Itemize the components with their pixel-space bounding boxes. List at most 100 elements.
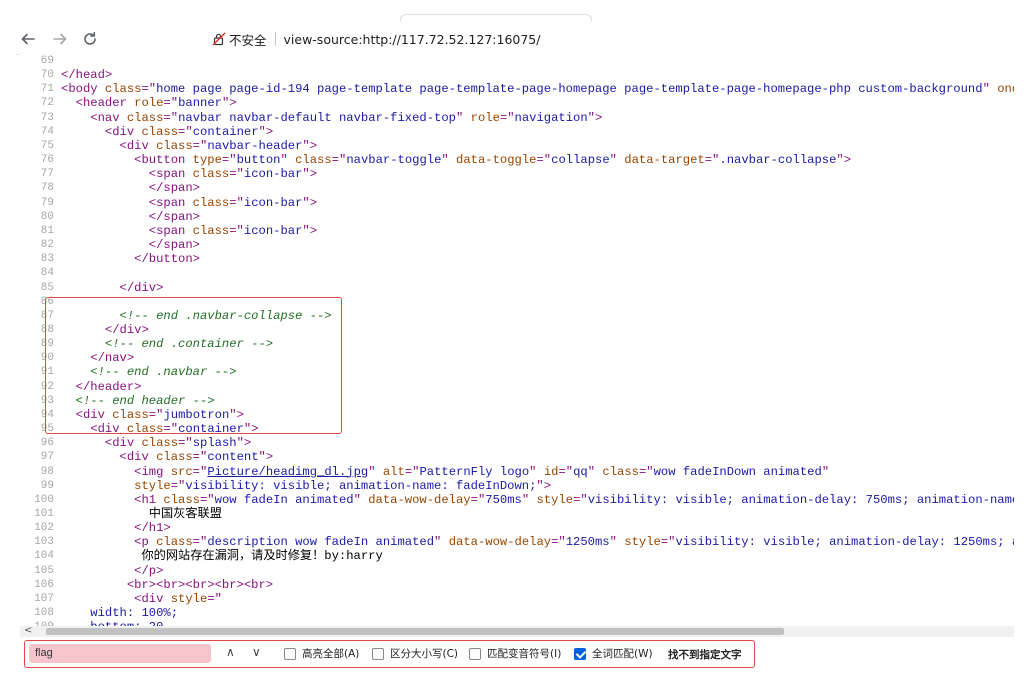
source-token: class: [192, 195, 230, 210]
source-token: [61, 224, 149, 238]
source-token: class: [295, 153, 332, 168]
reload-icon: [84, 31, 96, 45]
line-number: 85: [40, 281, 54, 294]
line-source: <body class="home page page-id-194 page-…: [61, 82, 1014, 96]
source-token: [61, 96, 76, 110]
annotation-highlight-box: [45, 297, 342, 434]
source-token: [61, 436, 105, 450]
source-token: =": [163, 96, 179, 111]
source-token: navigation: [514, 110, 588, 125]
source-token: ": [609, 153, 625, 168]
scrollbar-thumb[interactable]: [46, 628, 784, 635]
source-token: collapse: [551, 153, 610, 168]
line-number: 106: [34, 578, 54, 591]
source-token: <br><br><br><br><br>: [126, 577, 274, 592]
highlight-all-checkbox[interactable]: [284, 647, 296, 660]
forward-arrow-icon: [53, 33, 67, 45]
match-diacritics-option[interactable]: 匹配变音符号(I): [469, 646, 561, 661]
back-button[interactable]: [16, 27, 40, 51]
source-line: 98 <img src="Picture/headimg_dl.jpg" alt…: [20, 465, 1014, 479]
source-token: ">: [236, 436, 252, 451]
active-tab[interactable]: [400, 14, 592, 21]
line-number: 98: [40, 465, 54, 478]
source-token: home page page-id-194 page-template page…: [156, 82, 983, 97]
source-token: data-wow-delay: [368, 492, 471, 507]
source-token: =": [178, 124, 193, 139]
source-token: [61, 578, 127, 592]
find-previous-button[interactable]: ∧: [226, 645, 235, 659]
horizontal-scrollbar[interactable]: <: [20, 625, 1014, 637]
source-token: ">: [258, 124, 274, 139]
source-token: visibility: visible; animation-delay: 75…: [587, 492, 1014, 507]
source-token: class: [192, 167, 230, 182]
source-token: class: [156, 138, 193, 153]
source-token: src: [170, 464, 193, 479]
source-token: container: [192, 124, 259, 139]
source-token: =": [229, 223, 244, 238]
source-token: PatternFly logo: [419, 464, 530, 479]
source-line: 78 </span>: [20, 181, 1014, 195]
source-token: =": [192, 450, 208, 465]
source-token: <button: [134, 153, 193, 168]
source-line: 96 <div class="splash">: [20, 436, 1014, 450]
source-token: </span>: [148, 181, 200, 196]
source-link[interactable]: Picture/headimg_dl.jpg: [207, 465, 368, 479]
source-token: <body: [61, 82, 105, 97]
match-case-option[interactable]: 区分大小写(C): [372, 646, 458, 661]
line-source: <header role="banner">: [61, 96, 237, 110]
source-token: [61, 139, 120, 153]
highlight-all-label: 高亮全部(A): [302, 648, 360, 660]
source-token: data-target: [624, 153, 705, 168]
match-case-checkbox[interactable]: [372, 647, 384, 660]
insecure-lock-icon[interactable]: [212, 32, 226, 46]
whole-words-checkbox[interactable]: [574, 647, 586, 660]
find-next-button[interactable]: ∨: [252, 645, 261, 659]
source-line: 103 <p class="description wow fadeIn ani…: [20, 535, 1014, 549]
insecure-label[interactable]: 不安全: [229, 30, 267, 49]
source-line: 84: [20, 266, 1014, 280]
source-token: ">: [302, 167, 318, 182]
find-input[interactable]: flag: [29, 644, 211, 663]
source-line: 107 <div style=": [20, 592, 1014, 606]
source-token: class: [104, 82, 142, 97]
address-bar[interactable]: 不安全 view-source:http://117.72.52.127:160…: [212, 26, 540, 52]
line-number: 105: [34, 564, 54, 577]
source-token: =": [199, 492, 215, 507]
source-line: 100 <h1 class="wow fadeIn animated" data…: [20, 493, 1014, 507]
source-line: 71 <body class="home page page-id-194 pag…: [20, 82, 1014, 96]
source-token: style: [624, 535, 661, 550]
scroll-left-icon[interactable]: <: [24, 625, 32, 636]
source-token: id: [543, 464, 559, 479]
reload-button[interactable]: [78, 27, 102, 51]
source-token: =": [221, 153, 237, 168]
source-token: =": [207, 591, 222, 606]
source-token: style: [536, 492, 574, 507]
url-text[interactable]: view-source:http://117.72.52.127:16075/: [284, 32, 541, 47]
source-token: class: [163, 492, 200, 507]
source-token: =": [178, 436, 193, 451]
forward-button[interactable]: [48, 27, 72, 51]
match-diacritics-checkbox[interactable]: [469, 647, 481, 660]
match-case-label: 区分大小写(C): [390, 648, 459, 660]
match-diacritics-label: 匹配变音符号(I): [487, 648, 562, 660]
source-line: 108 width: 100%;: [20, 606, 1014, 620]
source-line: 106 <br><br><br><br><br>: [20, 578, 1014, 592]
line-number: 71: [40, 83, 54, 96]
highlight-all-option[interactable]: 高亮全部(A): [284, 646, 359, 661]
line-source: <h1 class="wow fadeIn animated" data-wow…: [61, 493, 1014, 507]
source-token: =": [163, 110, 179, 125]
source-token: banner: [178, 96, 222, 111]
source-token: =": [499, 110, 515, 125]
tab-strip: [0, 0, 1032, 21]
line-source: <p class="description wow fadeIn animate…: [61, 535, 1014, 549]
source-token: [61, 465, 134, 479]
source-token: <span: [148, 167, 193, 182]
source-token: class: [126, 110, 164, 125]
whole-words-option[interactable]: 全词匹配(W): [574, 646, 653, 661]
source-line: 104 你的网站存在漏洞，请及时修复！by:harry: [20, 549, 1014, 563]
line-number: 77: [40, 168, 54, 181]
source-token: 750ms: [485, 492, 522, 507]
source-line: 81 <span class="icon-bar">: [20, 224, 1014, 238]
source-token: data-wow-delay: [448, 535, 552, 550]
source-token: =": [331, 153, 347, 168]
